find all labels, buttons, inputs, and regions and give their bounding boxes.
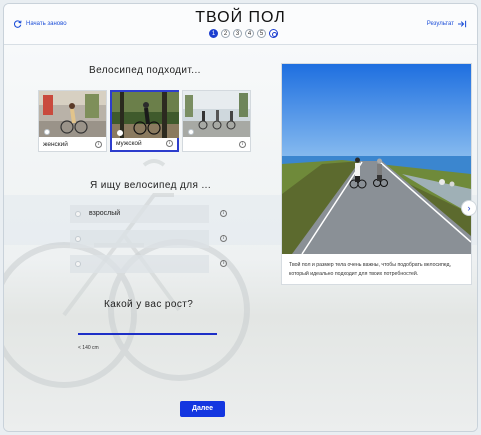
gender-tile-male[interactable]: мужской i (110, 90, 179, 152)
info-icon[interactable]: i (239, 141, 246, 148)
unisex-radio[interactable] (188, 129, 194, 135)
step-4[interactable]: 4 (245, 29, 254, 38)
option-radio[interactable] (75, 211, 81, 217)
step-final[interactable] (269, 29, 278, 38)
height-min-label: < 140 cm (78, 345, 99, 351)
app-frame: Начать заново ТВОЙ ПОЛ 1 2 3 4 5 Результ… (3, 3, 478, 432)
top-bar: Начать заново ТВОЙ ПОЛ 1 2 3 4 5 Результ… (4, 4, 477, 45)
next-button[interactable]: Далее (180, 401, 225, 417)
page-title: ТВОЙ ПОЛ (195, 9, 286, 26)
step-1[interactable]: 1 (209, 29, 218, 38)
step-indicator: 1 2 3 4 5 (209, 29, 278, 38)
male-label: мужской (116, 140, 142, 147)
info-icon[interactable]: i (95, 141, 102, 148)
info-icon[interactable]: i (220, 260, 227, 267)
purpose-heading: Я ищу велосипед для ... (90, 180, 211, 191)
option-label: взрослый (89, 210, 121, 217)
info-icon[interactable]: i (220, 210, 227, 217)
next-slide-button[interactable]: › (461, 200, 477, 216)
purpose-options: взрослый i i i (70, 205, 227, 280)
height-slider-handle[interactable] (76, 328, 79, 339)
female-label: женский (43, 141, 68, 148)
info-caption: Твой пол и размер тела очень важны, чтоб… (289, 262, 451, 277)
male-radio[interactable] (117, 130, 123, 136)
step-5[interactable]: 5 (257, 29, 266, 38)
step-3[interactable]: 3 (233, 29, 242, 38)
gender-tile-unisex[interactable]: i (182, 90, 251, 152)
option-radio[interactable] (75, 236, 81, 242)
arrow-to-end-icon (458, 20, 467, 28)
result-label: Результат (426, 21, 454, 27)
option-radio[interactable] (75, 261, 81, 267)
option-3[interactable]: i (70, 255, 227, 273)
option-2[interactable]: i (70, 230, 227, 248)
gender-heading: Велосипед подходит... (89, 65, 201, 76)
height-heading: Какой у вас рост? (104, 299, 194, 310)
info-icon[interactable]: i (166, 140, 173, 147)
female-radio[interactable] (44, 129, 50, 135)
chevron-right-icon: › (467, 203, 471, 213)
info-card: Твой пол и размер тела очень важны, чтоб… (281, 63, 472, 285)
info-icon[interactable]: i (220, 235, 227, 242)
cyclists-on-road-photo (282, 64, 471, 254)
gender-tile-female[interactable]: женский i (38, 90, 107, 152)
option-adult[interactable]: взрослый i (70, 205, 227, 223)
result-link[interactable]: Результат (427, 20, 467, 28)
step-2[interactable]: 2 (221, 29, 230, 38)
height-slider-track[interactable] (78, 333, 217, 335)
gender-tiles: женский i мужской i i (38, 90, 251, 152)
